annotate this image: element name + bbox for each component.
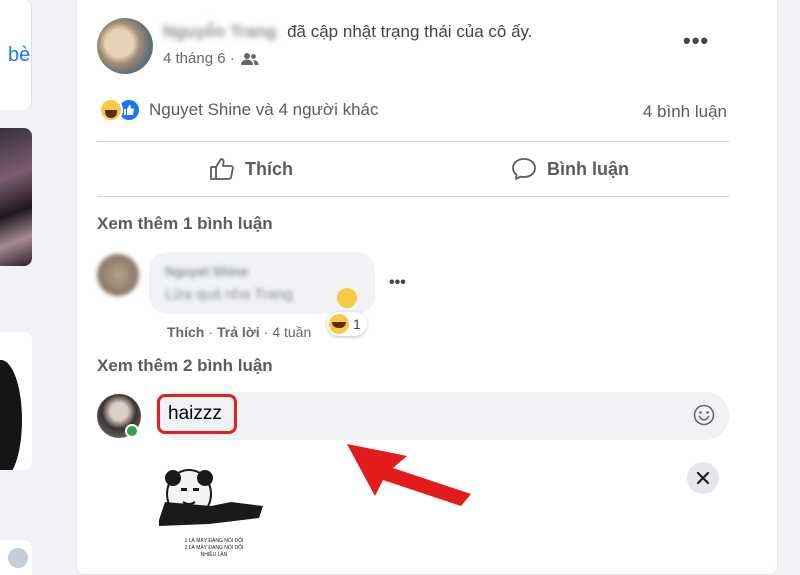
- haha-reaction-icon: [99, 98, 123, 122]
- crying-laughing-emoji-icon: [337, 288, 357, 308]
- sticker-caption: NHIỀU LẦN: [201, 551, 228, 558]
- haha-reaction-icon: [329, 314, 349, 334]
- comment-reply-link[interactable]: Trả lời: [217, 324, 260, 340]
- comment-count[interactable]: 4 bình luận: [643, 102, 727, 122]
- comment-meta: Thích · Trả lời · 4 tuần: [167, 324, 311, 340]
- post-header: Nguyễn Trang đã cập nhật trạng thái của …: [163, 22, 533, 42]
- post-card: Nguyễn Trang đã cập nhật trạng thái của …: [76, 0, 778, 575]
- author-name[interactable]: Nguyễn Trang: [163, 22, 276, 41]
- comment-reaction-badge[interactable]: 1: [327, 312, 367, 336]
- friends-link[interactable]: bè: [8, 44, 30, 67]
- post-action-text: đã cập nhật trạng thái của cô ấy.: [287, 22, 533, 41]
- divider: [97, 196, 729, 197]
- contact-avatar[interactable]: [0, 540, 32, 575]
- comment-label: Bình luận: [547, 158, 629, 179]
- thumbs-up-icon: [210, 158, 234, 180]
- divider: [97, 141, 729, 142]
- comment-reaction-count: 1: [353, 316, 361, 332]
- view-more-comments-link[interactable]: Xem thêm 1 bình luận: [97, 214, 273, 234]
- comment-composer[interactable]: [155, 392, 729, 440]
- left-column-card: bè: [0, 0, 32, 110]
- comment-time[interactable]: 4 tuần: [272, 324, 311, 340]
- more-options-icon[interactable]: •••: [683, 28, 709, 54]
- comment-input[interactable]: [157, 394, 237, 434]
- comment-icon: [512, 158, 536, 180]
- reaction-names[interactable]: Nguyet Shine và 4 người khác: [149, 100, 379, 120]
- commenter-avatar[interactable]: [97, 254, 139, 296]
- close-icon: [696, 471, 710, 485]
- comment-text: Lừa quá nha Trang: [165, 286, 293, 303]
- emoji-icon[interactable]: [693, 404, 715, 426]
- comment-options-icon[interactable]: •••: [389, 274, 406, 292]
- commenter-name[interactable]: Nguyet Shine: [165, 264, 248, 279]
- annotation-arrow-icon: [347, 444, 471, 506]
- comment-like-link[interactable]: Thích: [167, 324, 204, 340]
- post-date[interactable]: 4 tháng 6 ·: [163, 50, 235, 67]
- like-label: Thích: [245, 158, 293, 179]
- story-thumbnail[interactable]: [0, 332, 32, 470]
- meme-sticker[interactable]: 1 LÀ MÀY ĐANG NÓI DỐI 2 LÀ MÀY ĐANG NÓI …: [159, 462, 269, 566]
- view-more-comments-link[interactable]: Xem thêm 2 bình luận: [97, 356, 273, 376]
- like-button[interactable]: Thích: [209, 150, 293, 188]
- comment-bubble: Nguyet Shine Lừa quá nha Trang: [149, 252, 375, 314]
- dot-separator: ·: [208, 324, 214, 340]
- reaction-summary[interactable]: Nguyet Shine và 4 người khác: [99, 98, 379, 122]
- sticker-caption: 1 LÀ MÀY ĐANG NÓI DỐI: [185, 537, 244, 544]
- sticker-caption: 2 LÀ MÀY ĐANG NÓI DỐI: [185, 544, 244, 551]
- friends-icon: [240, 52, 259, 65]
- story-thumbnail[interactable]: [0, 128, 32, 266]
- author-avatar[interactable]: [97, 18, 153, 74]
- post-meta: 4 tháng 6 ·: [163, 50, 259, 67]
- comment-button[interactable]: Bình luận: [511, 150, 629, 188]
- remove-sticker-button[interactable]: [687, 462, 719, 494]
- dot-separator: ·: [263, 324, 269, 340]
- online-status-icon: [125, 424, 139, 438]
